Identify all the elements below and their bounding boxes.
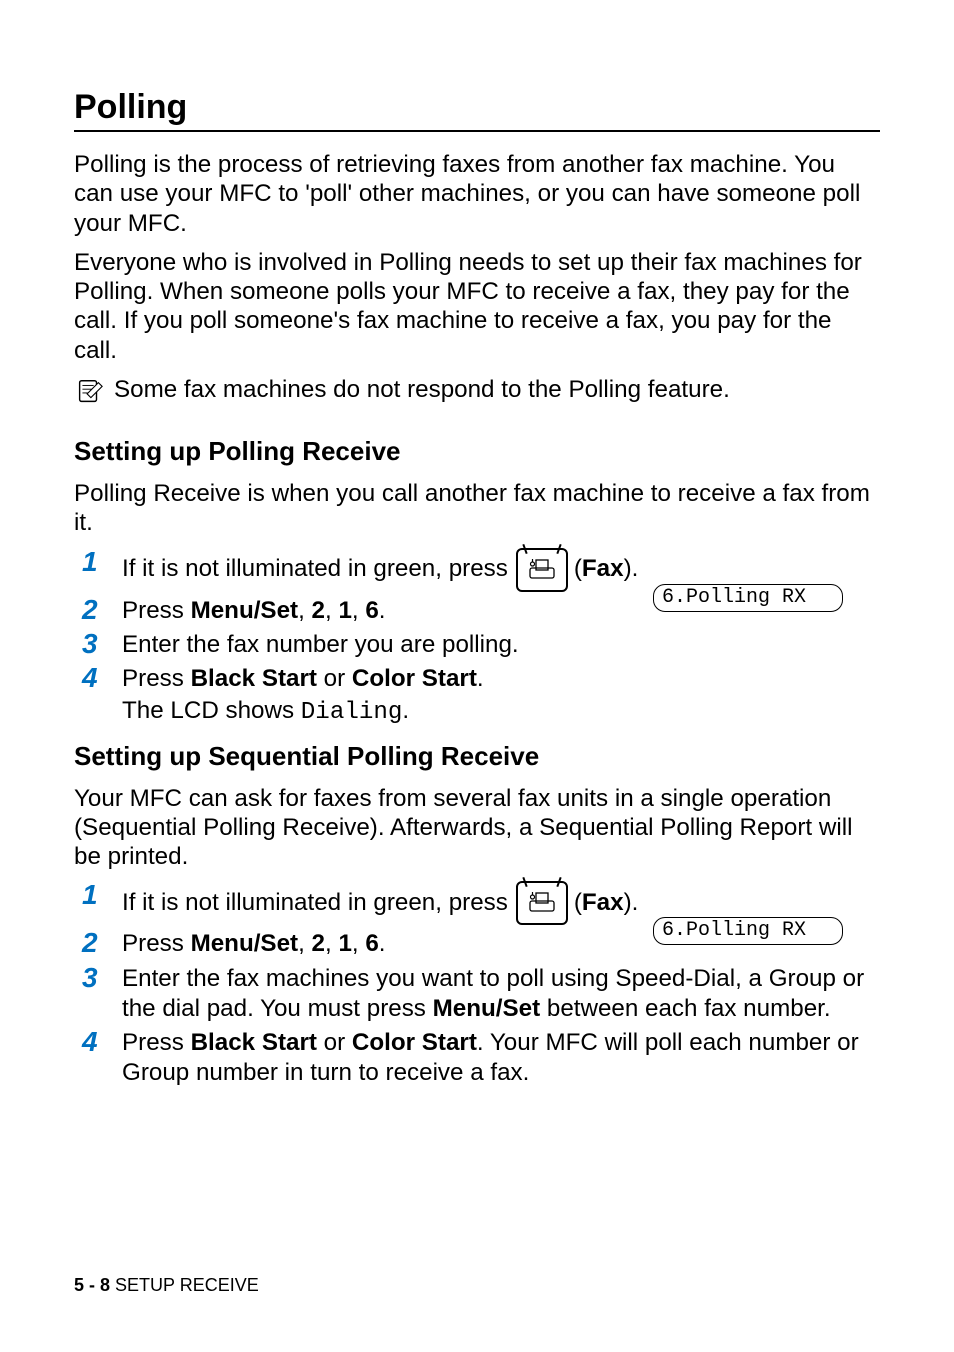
- step-a4-sub-end: .: [402, 697, 409, 724]
- fax-glyph-icon: [528, 558, 556, 582]
- step-b4: Press Black Start or Color Start. Your M…: [74, 1028, 880, 1089]
- step-a2: Press Menu/Set, 2, 1, 6.: [74, 596, 880, 626]
- note-icon-svg: [74, 377, 104, 407]
- step-a4-sub-code: Dialing: [301, 699, 403, 726]
- clipboard-note-icon: [74, 375, 104, 412]
- fax-button-icon: [516, 548, 568, 592]
- step-a2-bold: Menu/Set: [191, 597, 299, 624]
- step-a1-fax: Fax: [582, 554, 624, 584]
- note-callout: Some fax machines do not respond to the …: [74, 375, 880, 412]
- step-a2-end: .: [379, 597, 386, 624]
- section-b-title: Setting up Sequential Polling Receive: [74, 741, 880, 772]
- step-b2-k3: 6: [365, 930, 378, 957]
- page-title: Polling: [74, 88, 880, 127]
- title-rule: [74, 130, 880, 132]
- step-a1: If it is not illuminated in green, press…: [74, 548, 880, 592]
- step-a2-pre: Press: [122, 597, 191, 624]
- step-b2-pre: Press: [122, 930, 191, 957]
- step-a4-end: .: [477, 665, 484, 692]
- step-a2-sep2: ,: [352, 597, 365, 624]
- step-a4-b1: Black Start: [191, 665, 317, 692]
- note-text: Some fax machines do not respond to the …: [114, 375, 730, 404]
- section-b-steps: If it is not illuminated in green, press…: [74, 881, 880, 1088]
- step-a4-mid: or: [317, 665, 352, 692]
- step-b2-bold: Menu/Set: [191, 930, 299, 957]
- step-b2-k1: 2: [312, 930, 325, 957]
- section-b-intro: Your MFC can ask for faxes from several …: [74, 784, 880, 872]
- step-b1-close: ).: [624, 888, 639, 918]
- step-a2-sep1: ,: [325, 597, 338, 624]
- step-b4-b2: Color Start: [352, 1029, 477, 1056]
- section-a-steps: If it is not illuminated in green, press…: [74, 548, 880, 729]
- step-b4-pre: Press: [122, 1029, 191, 1056]
- step-b3-bold: Menu/Set: [433, 995, 541, 1022]
- step-b1-fax: Fax: [582, 888, 624, 918]
- fax-button-icon: [516, 881, 568, 925]
- step-b1-pre: If it is not illuminated in green, press: [122, 888, 508, 918]
- step-b2-sep2: ,: [352, 930, 365, 957]
- intro-paragraph-1: Polling is the process of retrieving fax…: [74, 150, 880, 238]
- intro-paragraph-2: Everyone who is involved in Polling need…: [74, 248, 880, 365]
- step-a2-k3: 6: [365, 597, 378, 624]
- step-b2: Press Menu/Set, 2, 1, 6.: [74, 929, 880, 959]
- step-a2-k1: 2: [312, 597, 325, 624]
- step-a2-k2: 1: [338, 597, 351, 624]
- step-b2-end: .: [379, 930, 386, 957]
- step-b3: Enter the fax machines you want to poll …: [74, 964, 880, 1025]
- step-b4-mid: or: [317, 1029, 352, 1056]
- step-b1: If it is not illuminated in green, press…: [74, 881, 880, 925]
- step-b2-k2: 1: [338, 930, 351, 957]
- step-a4-pre: Press: [122, 665, 191, 692]
- step-a1-close: ).: [624, 554, 639, 584]
- step-a3: Enter the fax number you are polling.: [74, 630, 880, 660]
- step-b3-post: between each fax number.: [540, 995, 830, 1022]
- footer-section: SETUP RECEIVE: [115, 1275, 259, 1295]
- step-b1-open: (: [574, 888, 582, 918]
- step-a4-sub-pre: The LCD shows: [122, 697, 301, 724]
- section-a-title: Setting up Polling Receive: [74, 436, 880, 467]
- fax-glyph-icon: [528, 891, 556, 915]
- step-a2-rest: ,: [298, 597, 311, 624]
- page-footer: 5 - 8 SETUP RECEIVE: [74, 1275, 259, 1296]
- step-a4-b2: Color Start: [352, 665, 477, 692]
- step-b2-rest: ,: [298, 930, 311, 957]
- step-b2-sep1: ,: [325, 930, 338, 957]
- footer-page-number: 5 - 8: [74, 1275, 110, 1295]
- step-a1-pre: If it is not illuminated in green, press: [122, 554, 508, 584]
- section-a-steps-wrap: 6.Polling RX If it is not illuminated in…: [74, 548, 880, 729]
- step-b4-b1: Black Start: [191, 1029, 317, 1056]
- step-a4: Press Black Start or Color Start. The LC…: [74, 664, 880, 729]
- step-a1-open: (: [574, 554, 582, 584]
- section-b-steps-wrap: 6.Polling RX If it is not illuminated in…: [74, 881, 880, 1088]
- section-a-intro: Polling Receive is when you call another…: [74, 479, 880, 538]
